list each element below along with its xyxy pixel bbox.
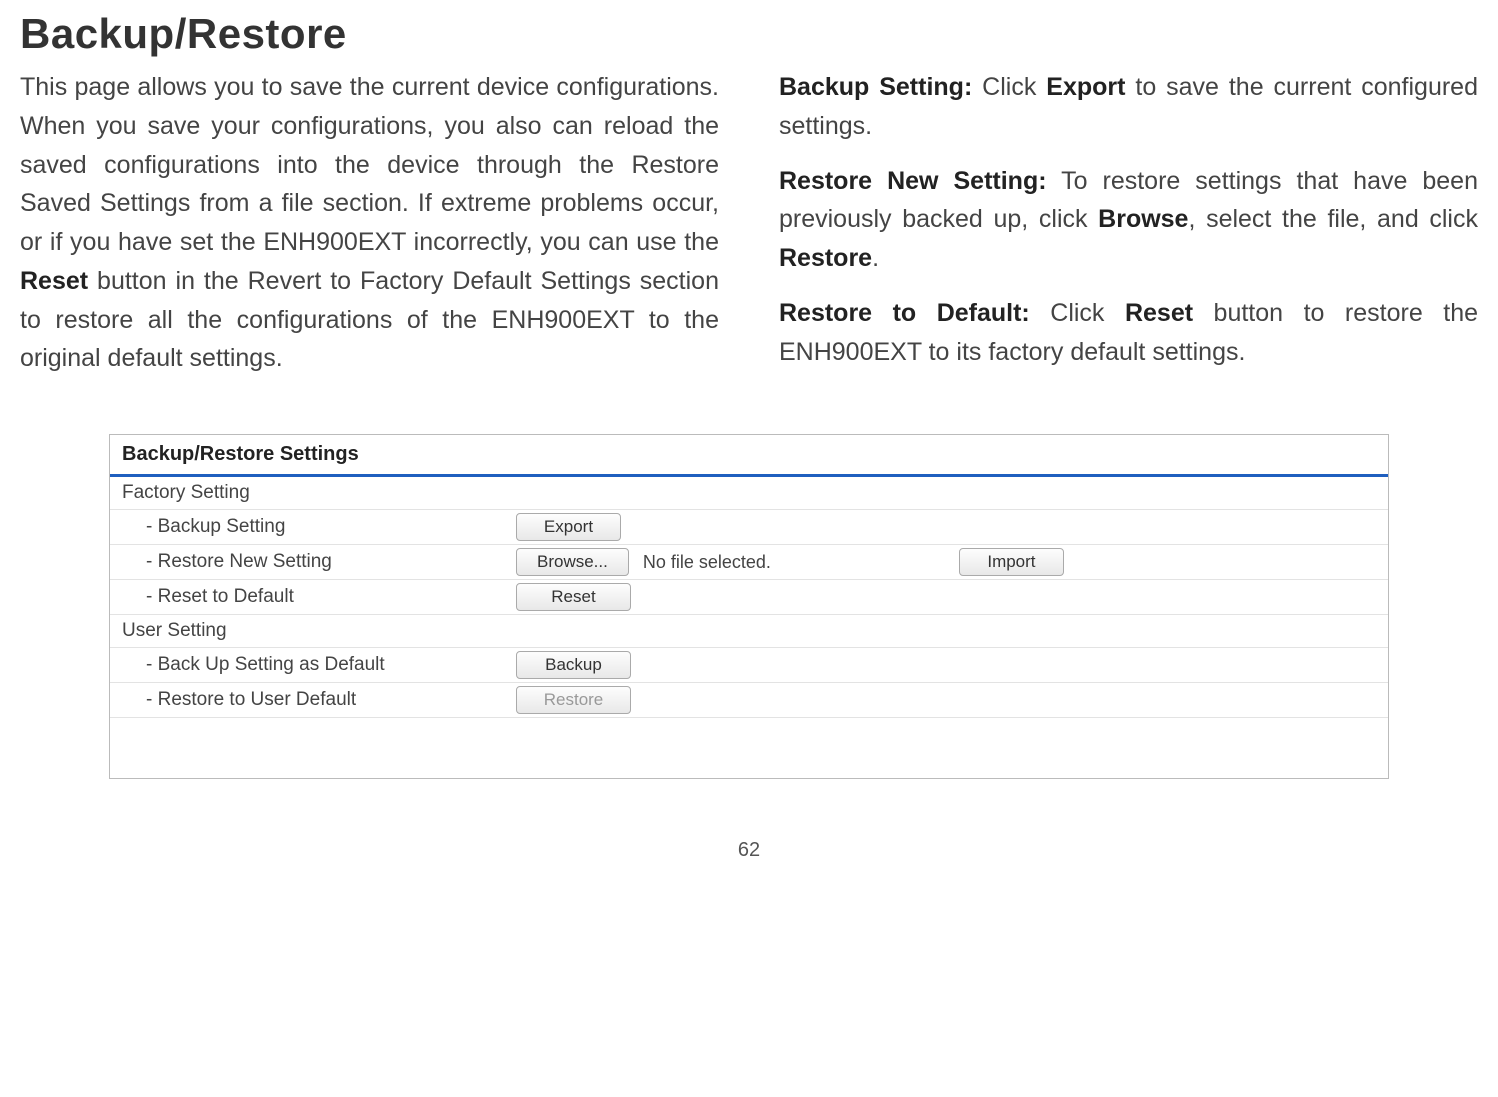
- backup-setting-row: - Backup Setting Export: [110, 510, 1388, 545]
- settings-panel-wrap: Backup/Restore Settings Factory Setting …: [20, 434, 1478, 779]
- panel-footer-space: [110, 718, 1388, 778]
- restore-default-paragraph: Restore to Default: Click Reset button t…: [779, 294, 1478, 372]
- backup-setting-label: Backup Setting:: [779, 73, 972, 101]
- restore-new-paragraph: Restore New Setting: To restore settings…: [779, 162, 1478, 278]
- backup-setting-row-label: - Backup Setting: [146, 516, 516, 538]
- restore-default-before: Click: [1030, 299, 1125, 327]
- intro-reset-bold: Reset: [20, 267, 88, 295]
- export-button[interactable]: Export: [516, 513, 621, 541]
- restore-new-restore-bold: Restore: [779, 244, 872, 272]
- reset-default-row-label: - Reset to Default: [146, 586, 516, 608]
- intro-text: This page allows you to save the current…: [20, 73, 719, 256]
- restore-default-reset-bold: Reset: [1125, 299, 1193, 327]
- settings-panel: Backup/Restore Settings Factory Setting …: [109, 434, 1389, 779]
- import-button[interactable]: Import: [959, 548, 1064, 576]
- user-section-label: User Setting: [110, 615, 1388, 648]
- restore-default-label: Restore to Default:: [779, 299, 1030, 327]
- backup-before: Click: [972, 73, 1046, 101]
- reset-default-row: - Reset to Default Reset: [110, 580, 1388, 615]
- restore-user-row: - Restore to User Default Restore: [110, 683, 1388, 718]
- restore-user-row-label: - Restore to User Default: [146, 689, 516, 711]
- backup-user-row: - Back Up Setting as Default Backup: [110, 648, 1388, 683]
- reset-button[interactable]: Reset: [516, 583, 631, 611]
- file-selected-text: No file selected.: [643, 552, 771, 573]
- restore-new-label: Restore New Setting:: [779, 167, 1047, 195]
- restore-new-mid: , select the file, and click: [1188, 205, 1478, 233]
- factory-section-label: Factory Setting: [110, 477, 1388, 510]
- page-title: Backup/Restore: [20, 10, 1478, 58]
- panel-header: Backup/Restore Settings: [110, 435, 1388, 477]
- restore-button[interactable]: Restore: [516, 686, 631, 714]
- text-columns: This page allows you to save the current…: [20, 68, 1478, 394]
- right-column: Backup Setting: Click Export to save the…: [779, 68, 1478, 394]
- restore-new-browse-bold: Browse: [1098, 205, 1188, 233]
- left-column: This page allows you to save the current…: [20, 68, 719, 394]
- browse-button[interactable]: Browse...: [516, 548, 629, 576]
- intro-after: button in the Revert to Factory Default …: [20, 267, 719, 373]
- backup-setting-paragraph: Backup Setting: Click Export to save the…: [779, 68, 1478, 146]
- page-number: 62: [20, 839, 1478, 862]
- intro-paragraph: This page allows you to save the current…: [20, 68, 719, 378]
- backup-export-bold: Export: [1046, 73, 1125, 101]
- restore-new-row: - Restore New Setting Browse... No file …: [110, 545, 1388, 580]
- restore-new-row-label: - Restore New Setting: [146, 551, 516, 573]
- backup-button[interactable]: Backup: [516, 651, 631, 679]
- backup-user-row-label: - Back Up Setting as Default: [146, 654, 516, 676]
- restore-new-after: .: [872, 244, 879, 272]
